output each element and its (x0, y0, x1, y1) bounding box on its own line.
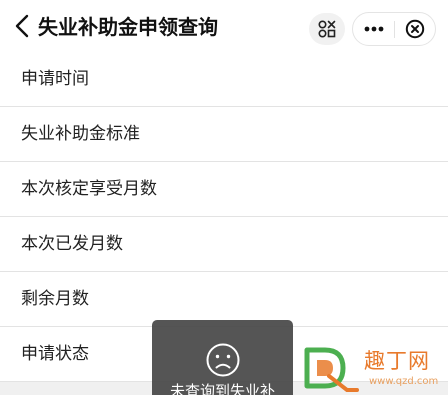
scan-button[interactable] (309, 13, 345, 45)
watermark: 趣丁网 www.qzd.com (303, 344, 448, 395)
close-button[interactable] (395, 13, 435, 45)
nav-bar: 失业补助金申领查询 (0, 0, 448, 52)
toast: 未查询到失业补 (152, 320, 293, 395)
list-item-label: 失业补助金标准 (21, 124, 140, 144)
watermark-url: www.qzd.com (369, 376, 439, 387)
watermark-logo-icon (304, 347, 359, 392)
list-item-approved-months[interactable]: 本次核定享受月数 (0, 162, 448, 217)
scan-icon (318, 20, 336, 38)
close-circle-icon (405, 19, 425, 39)
list-item-label: 本次核定享受月数 (21, 179, 157, 199)
list-item-subsidy-standard[interactable]: 失业补助金标准 (0, 107, 448, 162)
list-item-apply-time[interactable]: 申请时间 (0, 52, 448, 107)
mini-program-page: 失业补助金申领查询 申请时间 失业补助金标准 本次核定享受月数 本次已发月数 剩… (0, 0, 448, 395)
watermark-site-name: 趣丁网 (364, 349, 430, 373)
back-button[interactable] (10, 12, 34, 40)
chevron-left-icon (15, 14, 29, 38)
list-item-label: 申请状态 (21, 344, 89, 364)
list-item-paid-months[interactable]: 本次已发月数 (0, 217, 448, 272)
list-item-label: 本次已发月数 (21, 234, 123, 254)
capsule-menu (352, 12, 436, 46)
list-item-label: 剩余月数 (21, 289, 89, 309)
sad-face-icon (206, 343, 240, 377)
more-dots-icon (364, 26, 384, 32)
toast-message: 未查询到失业补 (169, 382, 275, 395)
list-item-label: 申请时间 (21, 69, 89, 89)
list-item-remaining-months[interactable]: 剩余月数 (0, 272, 448, 327)
page-title: 失业补助金申领查询 (38, 15, 218, 39)
more-button[interactable] (353, 13, 394, 45)
